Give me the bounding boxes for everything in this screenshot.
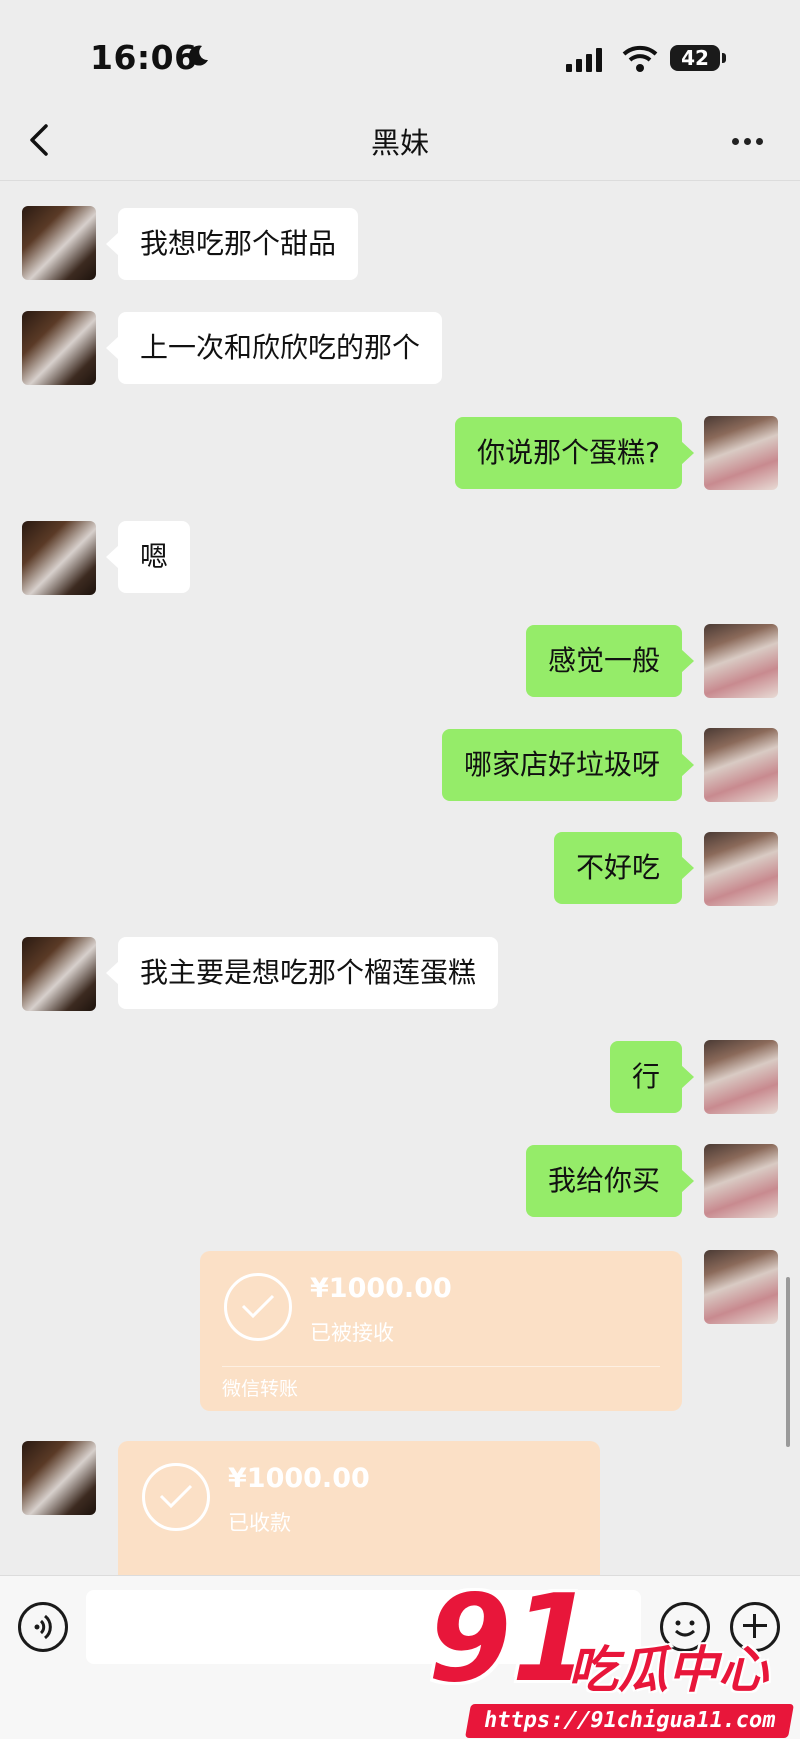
battery-tip xyxy=(722,53,726,63)
status-bar: 16:06 42 xyxy=(0,0,800,110)
incoming-message[interactable]: 上一次和欣欣吃的那个 xyxy=(105,312,443,384)
outgoing-message[interactable]: 不好吃 xyxy=(553,832,695,904)
incoming-message[interactable]: 我主要是想吃那个榴莲蛋糕 xyxy=(105,937,499,1009)
my-avatar[interactable] xyxy=(704,1040,778,1114)
check-circle-icon xyxy=(224,1273,292,1341)
transfer-amount: ¥1000.00 xyxy=(310,1273,452,1304)
my-avatar[interactable] xyxy=(704,1250,778,1324)
transfer-amount: ¥1000.00 xyxy=(228,1463,370,1494)
my-avatar[interactable] xyxy=(704,832,778,906)
outgoing-message[interactable]: 行 xyxy=(609,1041,695,1113)
outgoing-message[interactable]: 我给你买 xyxy=(525,1145,695,1217)
watermark-name: 吃瓜中心 xyxy=(568,1641,768,1699)
battery-indicator: 42 xyxy=(670,45,720,71)
transfer-card-received[interactable]: ¥1000.00 已收款 xyxy=(118,1441,600,1575)
watermark-url: https://91chigua11.com xyxy=(465,1704,795,1738)
voice-icon[interactable] xyxy=(18,1602,68,1652)
incoming-message[interactable]: 嗯 xyxy=(105,521,191,593)
chat-header: 黑妹 xyxy=(0,100,800,181)
contact-avatar[interactable] xyxy=(22,206,96,280)
transfer-card-sent[interactable]: ¥1000.00 已被接收 微信转账 xyxy=(200,1251,682,1411)
transfer-label: 微信转账 xyxy=(222,1378,299,1400)
contact-avatar[interactable] xyxy=(22,937,96,1011)
outgoing-message[interactable]: 感觉一般 xyxy=(525,625,695,697)
contact-avatar[interactable] xyxy=(22,1441,96,1515)
moon-icon xyxy=(189,45,208,66)
status-time: 16:06 xyxy=(90,38,198,77)
more-dots-icon[interactable] xyxy=(728,126,768,156)
my-avatar[interactable] xyxy=(704,624,778,698)
contact-avatar[interactable] xyxy=(22,311,96,385)
incoming-message[interactable]: 我想吃那个甜品 xyxy=(105,208,359,280)
transfer-status: 已被接收 xyxy=(310,1321,394,1345)
scrollbar[interactable] xyxy=(786,1277,790,1447)
my-avatar[interactable] xyxy=(704,1144,778,1218)
wifi-icon xyxy=(622,45,658,72)
outgoing-message[interactable]: 哪家店好垃圾呀 xyxy=(441,729,695,801)
contact-avatar[interactable] xyxy=(22,521,96,595)
message-list[interactable]: 我想吃那个甜品 上一次和欣欣吃的那个 你说那个蛋糕? 嗯 感觉一般 哪家店好垃圾… xyxy=(0,181,800,1575)
check-circle-icon xyxy=(142,1463,210,1531)
signal-icon xyxy=(566,48,602,72)
my-avatar[interactable] xyxy=(704,728,778,802)
my-avatar[interactable] xyxy=(704,416,778,490)
contact-name: 黑妹 xyxy=(370,126,429,160)
outgoing-message[interactable]: 你说那个蛋糕? xyxy=(455,417,694,489)
site-watermark: 91 吃瓜中心 https://91chigua11.com xyxy=(428,1580,795,1738)
transfer-status: 已收款 xyxy=(228,1511,291,1535)
transfer-divider xyxy=(222,1366,660,1367)
